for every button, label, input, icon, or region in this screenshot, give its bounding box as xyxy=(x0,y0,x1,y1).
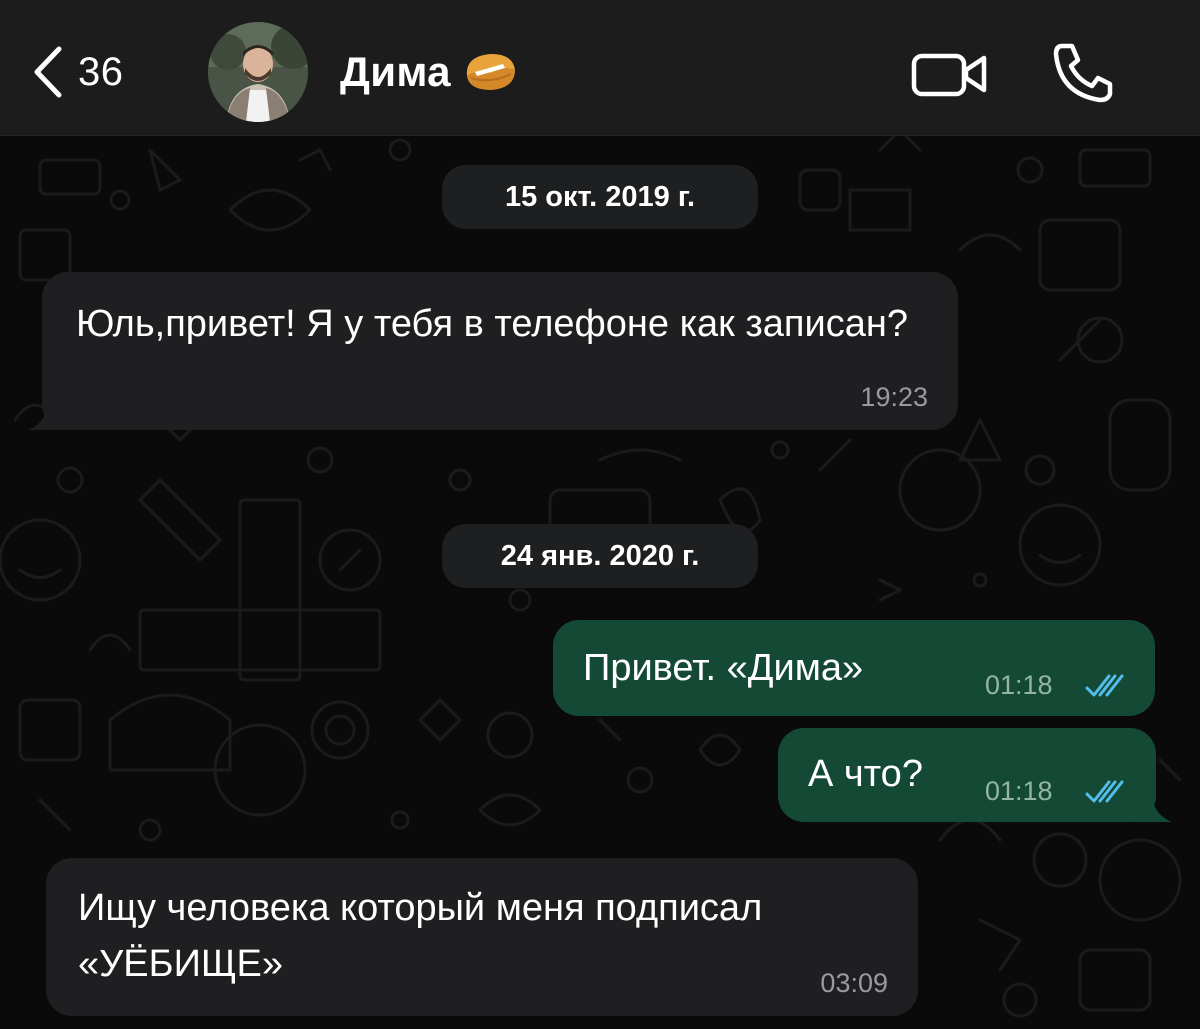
date-separator: 15 окт. 2019 г. xyxy=(442,165,758,229)
incoming-message[interactable]: Юль,привет! Я у тебя в телефоне как запи… xyxy=(28,272,958,430)
chat-header: 36 Дима xyxy=(0,0,1200,136)
incoming-message[interactable]: Ищу человека который меня подписал «УЁБИ… xyxy=(46,858,918,1016)
fortune-cookie-emoji xyxy=(466,54,515,90)
contact-info[interactable]: Дима xyxy=(340,44,519,100)
date-separator: 24 янв. 2020 г. xyxy=(442,524,758,588)
double-check-icon xyxy=(1085,674,1124,697)
chat-screen: 36 Дима 15 окт. 2019 г. Юль,привет! Я у … xyxy=(0,0,1200,1029)
voice-call-button[interactable] xyxy=(1050,40,1116,104)
message-time: 01:18 xyxy=(985,670,1053,700)
message-text: Юль,привет! Я у тебя в телефоне как запи… xyxy=(76,303,908,345)
avatar[interactable] xyxy=(208,22,308,122)
outgoing-message[interactable]: Привет. «Дима» 01:18 xyxy=(553,620,1155,716)
message-text: Привет. «Дима» xyxy=(583,647,864,689)
outgoing-message[interactable]: А что? 01:18 xyxy=(778,728,1172,822)
back-button[interactable]: 36 xyxy=(30,40,124,104)
phone-icon xyxy=(1053,43,1113,103)
message-text: А что? xyxy=(808,753,923,795)
unread-count: 36 xyxy=(78,49,124,94)
chevron-left-icon xyxy=(34,46,62,98)
bubble-tail xyxy=(28,400,68,430)
video-call-button[interactable] xyxy=(910,48,990,100)
contact-name: Дима xyxy=(340,48,451,95)
message-time: 03:09 xyxy=(820,968,888,998)
video-camera-icon xyxy=(911,53,987,97)
bubble-tail xyxy=(1132,792,1172,822)
message-text: Ищу человека который меня подписал «УЁБИ… xyxy=(78,887,763,985)
message-time: 01:18 xyxy=(985,776,1053,806)
double-check-icon xyxy=(1085,780,1124,803)
message-time: 19:23 xyxy=(860,382,928,412)
